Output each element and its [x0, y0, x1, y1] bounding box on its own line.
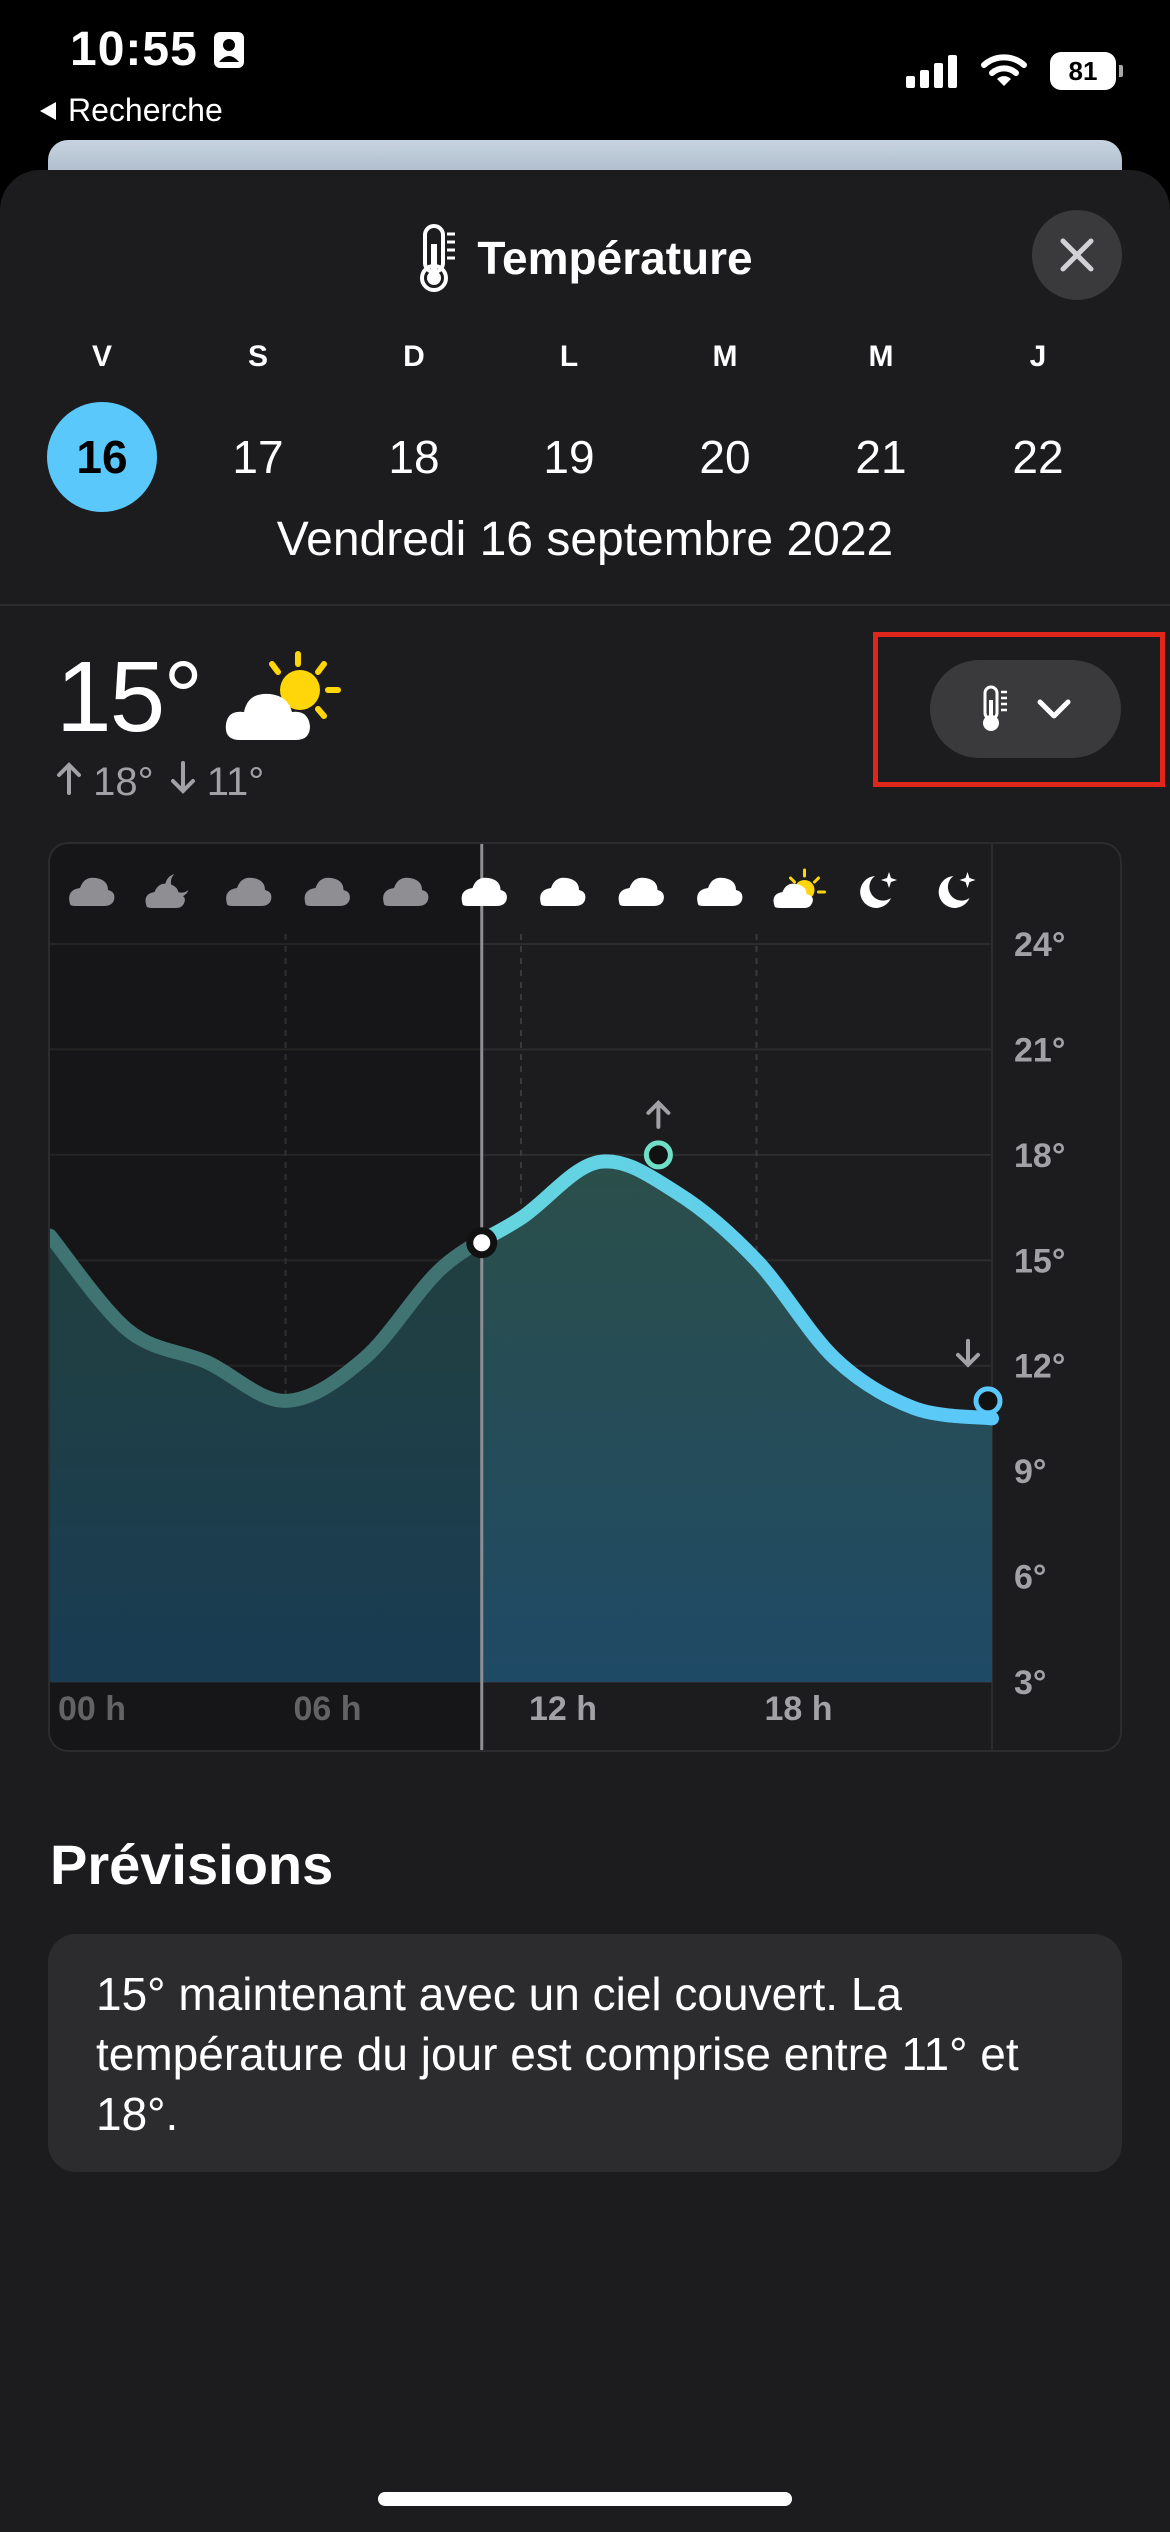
day-button[interactable]: 22: [983, 402, 1093, 512]
partly-cloudy-icon: [225, 651, 341, 740]
signal-icon: [906, 55, 957, 88]
past-overlay: [50, 844, 482, 1750]
day-button[interactable]: 19: [514, 402, 624, 512]
high-temp: 18°: [56, 760, 154, 805]
cloud-icon: [618, 877, 664, 906]
selected-date-label: Vendredi 16 septembre 2022: [276, 513, 894, 566]
day-button[interactable]: 17: [203, 402, 313, 512]
current-temperature: 15°: [56, 641, 203, 753]
y-tick-label: 18°: [1014, 1137, 1065, 1175]
y-tick-label: 12°: [1014, 1348, 1065, 1386]
temperature-chart: 24° 21° 18° 15° 12° 9° 6° 3° 00 h 06 h 12 h 18 h: [48, 842, 1122, 1752]
cloud-sun-icon: [773, 868, 826, 908]
thermometer-icon: [420, 224, 456, 292]
close-icon: [1060, 238, 1094, 272]
forecast-text: 15° maintenant avec un ciel couvert. La …: [96, 1968, 1019, 2140]
day-letter: S: [247, 340, 268, 373]
x-tick-label: 12 h: [529, 1690, 597, 1728]
forecast-title: Prévisions: [50, 1833, 334, 1896]
low-point: [973, 1386, 1003, 1416]
status-bar: 10:55 Recherche 81: [0, 0, 1170, 140]
high-low-temps: 18° 11°: [56, 760, 264, 805]
moon-icon: [860, 872, 897, 908]
day-letter: J: [1029, 340, 1047, 373]
divider: [0, 604, 1170, 606]
moon-icon: [938, 872, 976, 908]
day-letter: D: [403, 340, 425, 373]
focus-badge-icon: [213, 31, 244, 68]
chart-svg[interactable]: 24° 21° 18° 15° 12° 9° 6° 3° 00 h 06 h 12 h 18 h: [50, 844, 1120, 1750]
y-tick-label: 24°: [1014, 926, 1065, 964]
high-arrow-icon: [646, 1100, 671, 1129]
y-tick-label: 9°: [1014, 1453, 1047, 1491]
y-tick-label: 15°: [1014, 1242, 1065, 1280]
day-button[interactable]: 18: [359, 402, 469, 512]
y-tick-label: 3°: [1014, 1664, 1047, 1702]
day-button[interactable]: 20: [670, 402, 780, 512]
y-tick-label: 6°: [1014, 1559, 1047, 1597]
back-triangle-icon: [40, 101, 56, 120]
back-to-search-link[interactable]: Recherche: [38, 92, 223, 129]
day-letter: V: [91, 340, 112, 373]
home-indicator[interactable]: [378, 2492, 792, 2506]
low-arrow-icon: [956, 1338, 980, 1368]
highlight-annotation: [873, 632, 1165, 787]
day-button[interactable]: 21: [826, 402, 936, 512]
x-tick-label: 00 h: [58, 1690, 126, 1728]
day-button-selected[interactable]: 16: [47, 402, 157, 512]
current-point: [466, 1227, 498, 1259]
low-temp-value: 11°: [206, 760, 265, 804]
sheet-title: Température: [477, 232, 753, 284]
sheet-header: Température: [0, 222, 1170, 294]
back-label: Recherche: [68, 92, 223, 128]
day-letter: M: [868, 340, 894, 373]
y-tick-label: 21°: [1014, 1031, 1065, 1069]
day-letter: M: [712, 340, 738, 373]
x-tick-label: 18 h: [765, 1690, 833, 1728]
time-text: 10:55: [70, 23, 198, 76]
cloud-icon: [540, 877, 586, 906]
battery-indicator: 81: [1050, 52, 1123, 90]
battery-level: 81: [1068, 55, 1098, 86]
x-tick-label: 06 h: [294, 1690, 362, 1728]
low-temp: 11°: [170, 760, 265, 805]
cloud-icon: [697, 877, 743, 906]
arrow-up-icon: [57, 762, 81, 795]
status-time: 10:55: [70, 22, 246, 77]
forecast-card: 15° maintenant avec un ciel couvert. La …: [48, 1934, 1122, 2172]
close-button[interactable]: [1032, 210, 1122, 300]
day-letter: L: [559, 340, 579, 373]
high-point: [643, 1140, 673, 1170]
arrow-down-icon: [170, 761, 195, 794]
wifi-icon: [981, 54, 1027, 86]
high-temp-value: 18°: [93, 760, 154, 804]
